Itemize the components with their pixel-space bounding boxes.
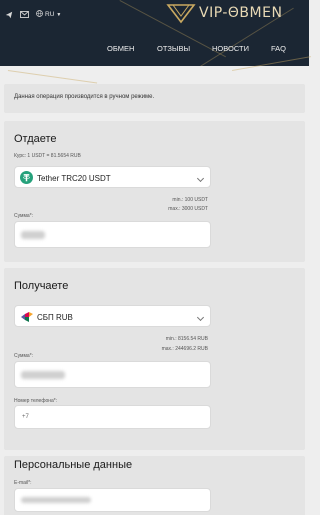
give-currency-select[interactable]: Tether TRC20 USDT xyxy=(14,166,211,188)
receive-amount-label: Сумма*: xyxy=(14,353,34,359)
phone-input[interactable]: +7 xyxy=(14,405,211,429)
decor-line xyxy=(7,70,98,84)
receive-currency-label: СБП RUB xyxy=(37,313,73,322)
mail-icon[interactable] xyxy=(20,10,29,19)
chevron-down-icon: ▼ xyxy=(56,11,62,18)
personal-section: Персональные данные E-mail*: xyxy=(4,456,305,515)
phone-label: Номер телефона*: xyxy=(14,398,58,404)
tether-icon xyxy=(20,171,33,184)
give-title: Отдаете xyxy=(14,133,57,145)
exchange-rate: Курс: 1 USDT = 81.5654 RUB xyxy=(14,153,81,159)
diamond-logo-icon xyxy=(166,4,196,24)
phone-placeholder: +7 xyxy=(22,414,29,420)
notice-text: Данная операция производится в ручном ре… xyxy=(14,94,155,100)
sbp-icon xyxy=(21,312,33,322)
nav-reviews[interactable]: ОТЗЫВЫ xyxy=(157,44,190,53)
give-amount-input[interactable] xyxy=(14,221,211,248)
brand-logo[interactable]: VIP-ΘBMEN xyxy=(166,2,282,24)
manual-mode-notice: Данная операция производится в ручном ре… xyxy=(4,84,305,113)
receive-currency-select[interactable]: СБП RUB xyxy=(14,305,211,327)
email-label: E-mail*: xyxy=(14,480,32,486)
receive-min: min.: 8156.54 RUB xyxy=(165,336,208,342)
language-selector[interactable]: RU ▼ xyxy=(36,10,61,19)
nav-exchange[interactable]: ОБМЕН xyxy=(107,44,134,53)
give-max: max.: 3000 USDT xyxy=(168,206,208,212)
language-code: RU xyxy=(45,11,55,18)
receive-title: Получаете xyxy=(14,280,69,292)
telegram-icon[interactable] xyxy=(4,10,13,19)
give-amount-label: Сумма*: xyxy=(14,213,34,219)
nav-faq[interactable]: FAQ xyxy=(271,44,286,53)
chevron-down-icon xyxy=(196,174,205,183)
personal-title: Персональные данные xyxy=(14,459,133,471)
give-currency-label: Tether TRC20 USDT xyxy=(37,174,111,183)
nav-news[interactable]: НОВОСТИ xyxy=(212,44,249,53)
blurred-value xyxy=(21,231,45,239)
receive-max: max.: 244696.2 RUB xyxy=(161,346,208,352)
chevron-down-icon xyxy=(196,313,205,322)
globe-icon xyxy=(36,10,43,19)
give-section: Отдаете Курс: 1 USDT = 81.5654 RUB Tethe… xyxy=(4,121,305,262)
brand-name: VIP-ΘBMEN xyxy=(199,5,283,21)
blurred-value xyxy=(21,371,65,379)
receive-amount-input[interactable] xyxy=(14,361,211,388)
receive-section: Получаете СБП RUB min.: 8156.54 RUB max.… xyxy=(4,268,305,450)
email-input[interactable] xyxy=(14,488,211,512)
blurred-value xyxy=(21,497,91,503)
site-header: RU ▼ VIP-ΘBMEN ОБМЕН ОТЗЫВЫ НОВОСТИ FAQ xyxy=(0,0,309,66)
give-min: min.: 100 USDT xyxy=(172,197,208,203)
top-icons: RU ▼ xyxy=(4,10,61,19)
